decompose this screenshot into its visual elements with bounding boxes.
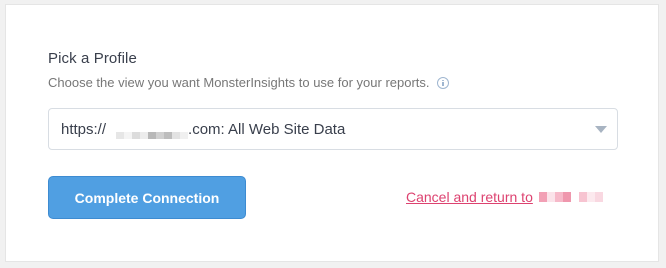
cancel-link-label: Cancel and return to [406, 189, 533, 205]
profile-select-suffix: .com: All Web Site Data [188, 120, 346, 138]
profile-select-prefix: https:// [61, 120, 107, 138]
complete-connection-button[interactable]: Complete Connection [48, 176, 246, 219]
profile-select[interactable]: https:// .com: All Web Site Data [48, 108, 618, 150]
info-icon[interactable] [436, 76, 449, 89]
redacted-site-name [538, 192, 603, 202]
page-title: Pick a Profile [48, 50, 137, 67]
pick-profile-card: Pick a Profile Choose the view you want … [5, 4, 659, 262]
cancel-return-link[interactable]: Cancel and return to [406, 189, 603, 205]
page-subtitle: Choose the view you want MonsterInsights… [48, 75, 449, 90]
chevron-down-icon[interactable] [595, 126, 607, 133]
redacted-domain [116, 126, 189, 139]
subtitle-text: Choose the view you want MonsterInsights… [48, 75, 430, 90]
